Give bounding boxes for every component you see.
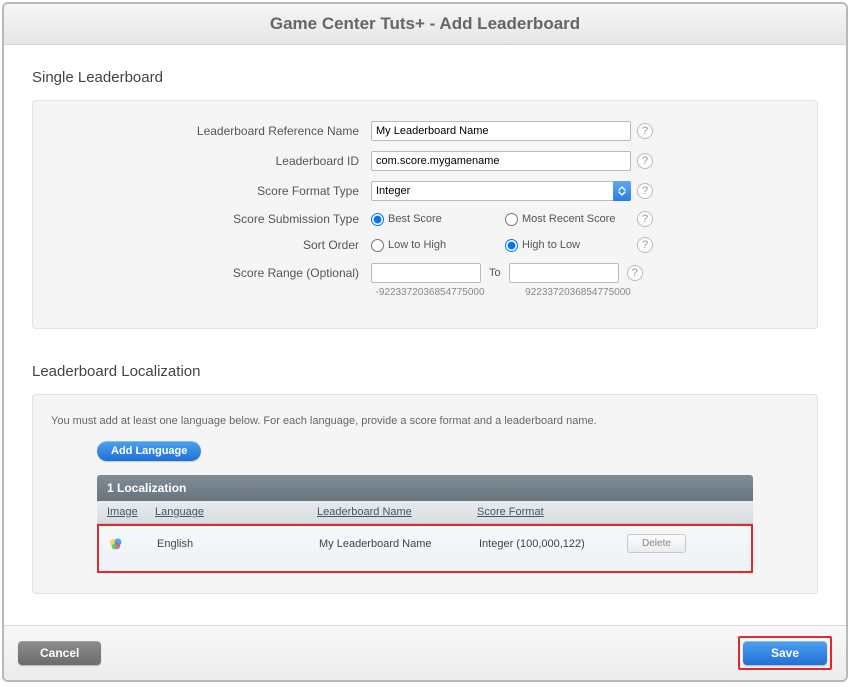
single-heading: Single Leaderboard: [32, 69, 818, 86]
add-language-button[interactable]: Add Language: [97, 441, 201, 461]
select-score-format[interactable]: [371, 181, 631, 201]
help-icon[interactable]: ?: [637, 237, 653, 253]
radio-high-label: High to Low: [522, 239, 580, 251]
radio-recent-label: Most Recent Score: [522, 213, 616, 225]
modal-body: Single Leaderboard Leaderboard Reference…: [4, 45, 846, 625]
row-format-type: Score Format Type ?: [51, 181, 799, 201]
radio-high-to-low[interactable]: High to Low: [505, 239, 580, 252]
row-score-range: Score Range (Optional) To ? -92233720368…: [51, 263, 799, 298]
cell-format: Integer (100,000,122): [479, 538, 627, 550]
radio-most-recent[interactable]: Most Recent Score: [505, 213, 616, 226]
range-max-hint: 9223372036854775000: [519, 287, 637, 298]
col-format[interactable]: Score Format: [477, 506, 625, 518]
cell-name: My Leaderboard Name: [319, 538, 479, 550]
localization-table: 1 Localization Image Language Leaderboar…: [97, 475, 753, 573]
save-button[interactable]: Save: [743, 641, 827, 665]
single-panel: Leaderboard Reference Name ? Leaderboard…: [32, 100, 818, 329]
row-sort-order: Sort Order Low to High High to Low: [51, 237, 799, 253]
range-min-hint: -9223372036854775000: [371, 287, 489, 298]
row-ref-name: Leaderboard Reference Name ?: [51, 121, 799, 141]
help-icon[interactable]: ?: [627, 265, 643, 281]
localization-panel: You must add at least one language below…: [32, 394, 818, 594]
localization-instruction: You must add at least one language below…: [51, 415, 799, 427]
row-submission-type: Score Submission Type Best Score Most Re…: [51, 211, 799, 227]
localization-section: Leaderboard Localization You must add at…: [32, 363, 818, 594]
help-icon[interactable]: ?: [637, 123, 653, 139]
localization-columns: Image Language Leaderboard Name Score Fo…: [97, 501, 753, 524]
label-submission-type: Score Submission Type: [51, 212, 371, 226]
col-name[interactable]: Leaderboard Name: [317, 506, 477, 518]
label-format-type: Score Format Type: [51, 184, 371, 198]
delete-button[interactable]: Delete: [627, 534, 686, 553]
localization-heading: Leaderboard Localization: [32, 363, 818, 380]
gamecenter-icon: [109, 537, 123, 551]
label-sort-order: Sort Order: [51, 238, 371, 252]
label-ref-name: Leaderboard Reference Name: [51, 124, 371, 138]
input-range-min[interactable]: [371, 263, 481, 283]
help-icon[interactable]: ?: [637, 211, 653, 227]
cancel-button[interactable]: Cancel: [18, 641, 101, 665]
input-ref-name[interactable]: [371, 121, 631, 141]
radio-low-to-high[interactable]: Low to High: [371, 239, 499, 252]
modal-header: Game Center Tuts+ - Add Leaderboard: [4, 4, 846, 45]
radio-best-label: Best Score: [388, 213, 442, 225]
radio-best-score[interactable]: Best Score: [371, 213, 499, 226]
single-section: Single Leaderboard Leaderboard Reference…: [32, 69, 818, 329]
col-language[interactable]: Language: [155, 506, 317, 518]
label-score-range: Score Range (Optional): [51, 263, 371, 280]
input-range-max[interactable]: [509, 263, 619, 283]
input-leaderboard-id[interactable]: [371, 151, 631, 171]
modal-title: Game Center Tuts+ - Add Leaderboard: [4, 14, 846, 34]
label-id: Leaderboard ID: [51, 154, 371, 168]
localization-count-header: 1 Localization: [97, 475, 753, 501]
highlighted-row: English My Leaderboard Name Integer (100…: [97, 524, 753, 573]
row-id: Leaderboard ID ?: [51, 151, 799, 171]
cell-language: English: [157, 538, 319, 550]
radio-low-label: Low to High: [388, 239, 446, 251]
modal-frame: Game Center Tuts+ - Add Leaderboard Sing…: [2, 2, 848, 682]
col-image[interactable]: Image: [107, 506, 155, 518]
range-to-label: To: [489, 267, 501, 279]
help-icon[interactable]: ?: [637, 153, 653, 169]
table-row[interactable]: English My Leaderboard Name Integer (100…: [99, 526, 751, 571]
help-icon[interactable]: ?: [637, 183, 653, 199]
modal-footer: Cancel Save: [4, 625, 846, 680]
highlighted-save: Save: [738, 636, 832, 670]
